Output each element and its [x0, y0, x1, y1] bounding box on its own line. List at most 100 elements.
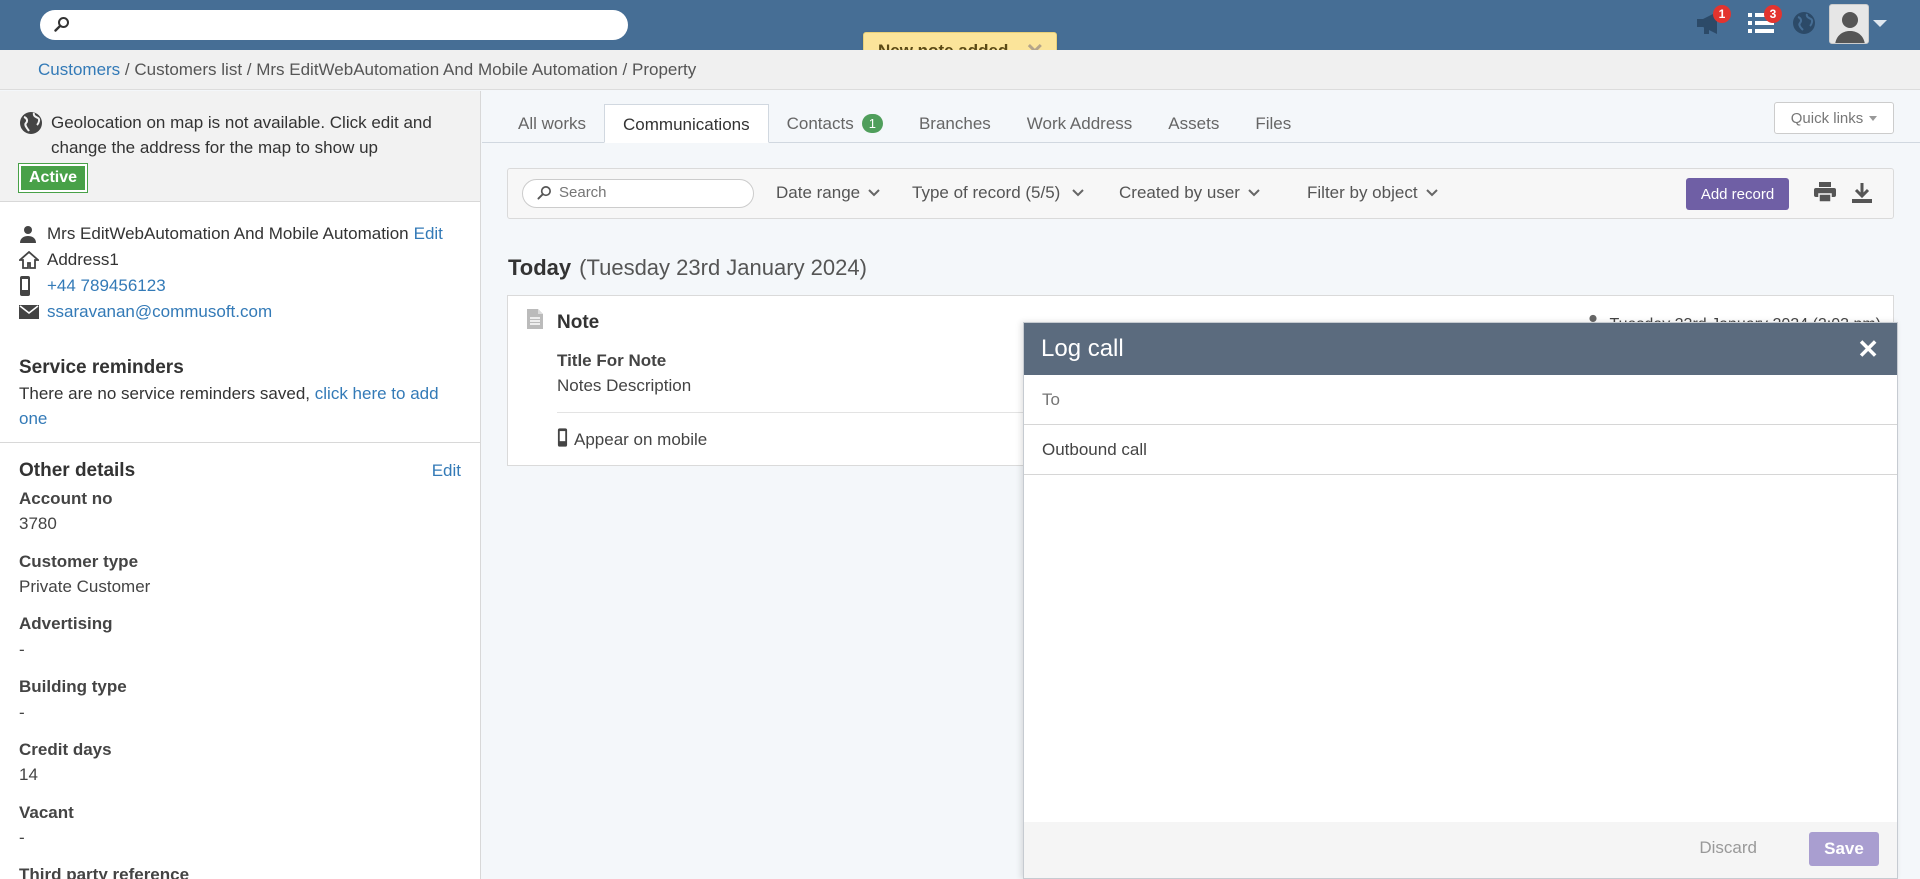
- log-call-panel: Log call ✕ Discard Save: [1023, 322, 1898, 879]
- tab-assets[interactable]: Assets: [1150, 104, 1237, 143]
- search-icon: [54, 16, 70, 37]
- breadcrumb: Customers / Customers list / Mrs EditWeb…: [0, 50, 1920, 90]
- appear-on-mobile-text: Appear on mobile: [574, 430, 708, 449]
- log-call-title: Log call: [1041, 335, 1124, 362]
- appear-on-mobile-row: Appear on mobile: [557, 428, 707, 452]
- print-icon[interactable]: [1814, 182, 1836, 207]
- credit-days-label: Credit days: [19, 740, 112, 759]
- globe-icon: [19, 111, 43, 140]
- chevron-down-icon[interactable]: [1873, 20, 1887, 27]
- created-by-user-dropdown[interactable]: Created by user: [1119, 183, 1260, 203]
- tab-contacts[interactable]: Contacts 1: [769, 104, 901, 143]
- breadcrumb-customer-name: Mrs EditWebAutomation And Mobile Automat…: [256, 60, 618, 79]
- chevron-down-icon: [1425, 189, 1438, 197]
- tasks-count-badge: 3: [1764, 5, 1782, 23]
- customer-type-label: Customer type: [19, 552, 139, 571]
- chevron-down-icon: [1072, 189, 1085, 197]
- mobile-phone-icon: [557, 428, 568, 452]
- customer-name: Mrs EditWebAutomation And Mobile Automat…: [47, 224, 409, 243]
- add-record-button[interactable]: Add record: [1686, 178, 1789, 210]
- tab-branches[interactable]: Branches: [901, 104, 1009, 143]
- user-avatar[interactable]: [1829, 4, 1869, 44]
- status-badge: Active: [17, 163, 89, 193]
- download-icon[interactable]: [1851, 182, 1873, 209]
- close-icon[interactable]: ✕: [1857, 323, 1879, 375]
- save-button[interactable]: Save: [1809, 832, 1879, 866]
- customer-address: Address1: [47, 250, 119, 269]
- day-label: Today: [508, 255, 572, 280]
- advertising-value: -: [19, 640, 25, 659]
- tab-files[interactable]: Files: [1237, 104, 1309, 143]
- property-tabs: All works Communications Contacts 1 Branc…: [500, 104, 1309, 143]
- breadcrumb-separator: /: [242, 60, 257, 79]
- call-type-input[interactable]: [1042, 439, 1862, 461]
- edit-customer-link[interactable]: Edit: [414, 224, 443, 244]
- customer-name-row: Mrs EditWebAutomation And Mobile Automat…: [19, 221, 443, 247]
- type-of-record-dropdown[interactable]: Type of record (5/5): [912, 183, 1085, 203]
- tab-work-address[interactable]: Work Address: [1009, 104, 1151, 143]
- chevron-down-icon: [868, 189, 880, 197]
- discard-button[interactable]: Discard: [1699, 838, 1757, 858]
- account-no-label: Account no: [19, 489, 113, 508]
- vacant-value: -: [19, 828, 25, 847]
- to-input[interactable]: [1042, 389, 1862, 411]
- breadcrumb-property: Property: [632, 60, 697, 79]
- globe-icon: [1792, 11, 1816, 40]
- announcements-button[interactable]: 1: [1693, 5, 1731, 42]
- divider: [0, 442, 480, 443]
- notifications-count-badge: 1: [1713, 5, 1731, 23]
- day-date: (Tuesday 23rd January 2024): [579, 255, 867, 280]
- log-call-footer: Discard Save: [1024, 822, 1897, 878]
- customer-type-value: Private Customer: [19, 577, 151, 596]
- third-party-reference-label: Third party reference: [19, 865, 190, 879]
- note-description: Notes Description: [557, 376, 692, 395]
- user-icon: [19, 225, 47, 243]
- communications-search-input[interactable]: [559, 184, 739, 201]
- email-row: ssaravanan@commusoft.com: [19, 299, 272, 325]
- document-icon: [526, 308, 544, 335]
- envelope-icon: [19, 304, 47, 320]
- address-row: Address1: [19, 247, 119, 273]
- tab-communications[interactable]: Communications: [604, 104, 769, 143]
- filter-bar: Date range Type of record (5/5) Created …: [507, 168, 1894, 219]
- building-type-value: -: [19, 703, 25, 722]
- credit-days-value: 14: [19, 765, 38, 784]
- call-notes-textarea[interactable]: [1024, 475, 1897, 825]
- phone-row: +44 789456123: [19, 273, 166, 299]
- log-call-header: Log call ✕: [1024, 323, 1897, 375]
- note-type-title: Note: [557, 312, 600, 333]
- building-type-label: Building type: [19, 677, 127, 696]
- chevron-down-icon: [1248, 189, 1260, 197]
- home-icon: [19, 251, 47, 269]
- search-icon: [537, 185, 552, 205]
- call-type-field[interactable]: [1024, 425, 1897, 475]
- tasks-button[interactable]: 3: [1744, 5, 1782, 42]
- filter-by-object-dropdown[interactable]: Filter by object: [1307, 183, 1438, 203]
- contacts-count-badge: 1: [861, 114, 883, 133]
- breadcrumb-customers[interactable]: Customers: [38, 60, 120, 79]
- date-range-dropdown[interactable]: Date range: [776, 183, 880, 203]
- service-reminders-message: There are no service reminders saved, cl…: [19, 381, 469, 431]
- service-reminders-text: There are no service reminders saved,: [19, 384, 311, 403]
- to-field[interactable]: [1024, 375, 1897, 425]
- customer-sidebar: Geolocation on map is not available. Cli…: [0, 91, 481, 879]
- edit-other-details-link[interactable]: Edit: [432, 461, 461, 481]
- customer-email-link[interactable]: ssaravanan@commusoft.com: [47, 302, 272, 322]
- global-search[interactable]: [40, 10, 628, 40]
- geolocation-panel: Geolocation on map is not available. Cli…: [0, 91, 480, 202]
- account-no-value: 3780: [19, 514, 57, 533]
- service-reminders-title: Service reminders: [19, 357, 184, 378]
- geolocation-message: Geolocation on map is not available. Cli…: [51, 113, 432, 157]
- breadcrumb-customers-list: Customers list: [134, 60, 243, 79]
- quick-links-dropdown[interactable]: Quick links: [1774, 102, 1894, 134]
- global-search-input[interactable]: [78, 14, 608, 36]
- customer-phone-link[interactable]: +44 789456123: [47, 276, 166, 296]
- breadcrumb-separator: /: [617, 60, 632, 79]
- caret-down-icon: [1869, 115, 1878, 121]
- vacant-label: Vacant: [19, 803, 74, 822]
- mobile-phone-icon: [19, 276, 47, 296]
- communications-search[interactable]: [522, 179, 754, 208]
- tab-all-works[interactable]: All works: [500, 104, 604, 143]
- breadcrumb-separator: /: [120, 60, 135, 79]
- language-button[interactable]: [1787, 8, 1821, 42]
